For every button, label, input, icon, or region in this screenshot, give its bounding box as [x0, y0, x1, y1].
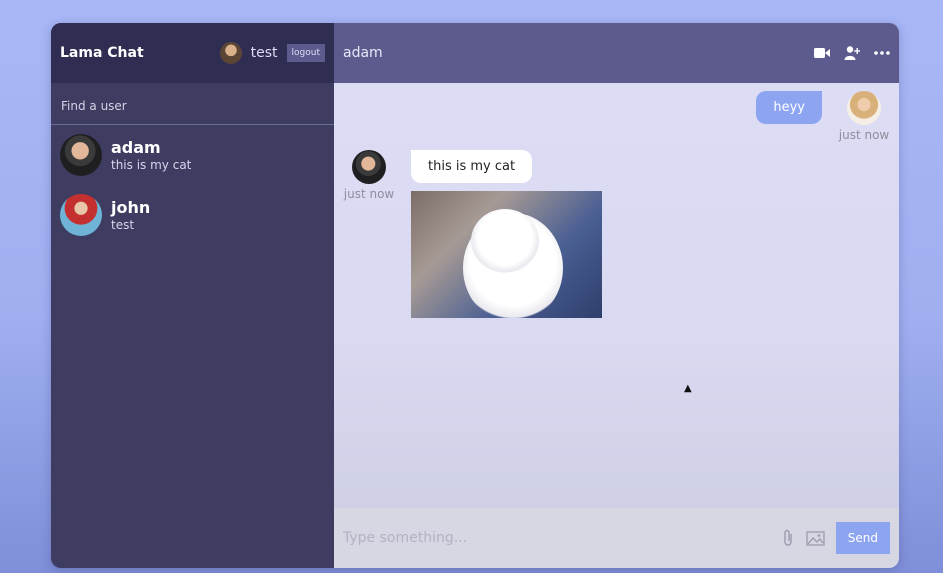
app-logo: Lama Chat — [60, 45, 144, 61]
chat-panel: adam just now heyy just now this is my c… — [334, 23, 899, 568]
add-user-icon[interactable] — [844, 45, 860, 61]
mouse-cursor-icon: ▲ — [684, 383, 692, 394]
attach-icon[interactable] — [780, 529, 796, 546]
message-bubble: heyy — [756, 91, 822, 124]
sidebar-navbar: Lama Chat test logout — [51, 23, 334, 83]
chat-last-message: test — [111, 217, 135, 232]
cat-head — [471, 209, 539, 273]
message-received: just now this is my cat — [343, 150, 890, 318]
chat-info: adam this is my cat — [111, 138, 191, 173]
message-input[interactable] — [343, 530, 771, 546]
avatar — [847, 91, 881, 125]
chat-item-john[interactable]: john test — [51, 185, 334, 245]
message-meta: just now — [838, 91, 890, 142]
message-meta: just now — [343, 150, 395, 318]
chat-info: john test — [111, 198, 150, 233]
current-user: test logout — [219, 42, 325, 64]
message-image[interactable] — [411, 191, 602, 318]
chat-item-adam[interactable]: adam this is my cat — [51, 125, 334, 185]
avatar — [352, 150, 386, 184]
chat-last-message: this is my cat — [111, 157, 192, 172]
video-camera-icon[interactable] — [814, 45, 830, 61]
chat-header-icons — [814, 45, 890, 61]
user-search — [51, 83, 334, 125]
chat-user-name: john — [111, 197, 151, 217]
message-content: heyy — [756, 91, 822, 142]
chat-title: adam — [343, 45, 383, 61]
chat-app-window: Lama Chat test logout adam this is my ca… — [51, 23, 899, 568]
message-time: just now — [838, 128, 890, 142]
message-time: just now — [343, 187, 395, 201]
chat-user-name: adam — [111, 137, 161, 157]
current-user-avatar — [219, 42, 242, 64]
avatar — [60, 134, 102, 176]
send-button[interactable]: Send — [835, 522, 890, 554]
search-input[interactable] — [61, 99, 324, 113]
message-owner: just now heyy — [343, 91, 890, 142]
image-icon[interactable] — [805, 530, 827, 546]
logout-button[interactable]: logout — [286, 44, 325, 62]
more-icon[interactable] — [874, 45, 890, 61]
sidebar: Lama Chat test logout adam this is my ca… — [51, 23, 334, 568]
message-composer: Send — [334, 508, 899, 568]
messages-area: just now heyy just now this is my cat ▲ — [334, 83, 899, 508]
avatar — [60, 194, 102, 236]
chat-header: adam — [334, 23, 899, 83]
message-content: this is my cat — [411, 150, 602, 318]
message-bubble: this is my cat — [411, 150, 533, 183]
current-user-name: test — [250, 45, 278, 61]
